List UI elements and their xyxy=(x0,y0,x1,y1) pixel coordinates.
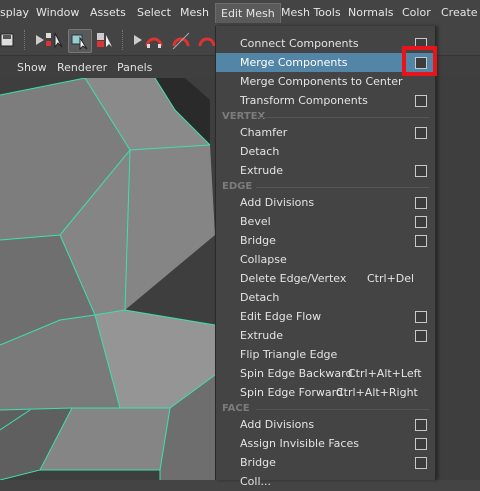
option-box-icon[interactable] xyxy=(415,235,427,247)
menu-item-edit-edge-flow[interactable]: Edit Edge Flow xyxy=(216,307,435,326)
option-box-icon[interactable] xyxy=(415,457,427,469)
menu-edit-mesh[interactable]: Edit Mesh xyxy=(215,3,281,23)
option-box-icon[interactable] xyxy=(415,127,427,139)
snap-curve-icon[interactable] xyxy=(170,29,192,51)
menu-display[interactable]: splay xyxy=(0,6,29,19)
toolbar-separator xyxy=(122,30,125,50)
option-box-icon[interactable] xyxy=(415,311,427,323)
shortcut-label: Ctrl+Alt+Left xyxy=(348,367,422,380)
menu-item-bevel[interactable]: Bevel xyxy=(216,212,435,231)
toolbar-separator xyxy=(24,30,27,50)
menu-color[interactable]: Color xyxy=(402,6,431,19)
lasso-tool-icon[interactable] xyxy=(68,29,92,53)
menu-item-edge-bridge[interactable]: Bridge xyxy=(216,231,435,250)
option-box-icon[interactable] xyxy=(415,330,427,342)
menu-assets[interactable]: Assets xyxy=(90,6,126,19)
save-icon[interactable] xyxy=(0,29,22,51)
option-box-icon[interactable] xyxy=(415,165,427,177)
menu-create-uvs[interactable]: Create U xyxy=(441,6,480,19)
menu-item-face-collapse[interactable]: Coll... xyxy=(216,472,435,491)
menu-item-delete-edge-vertex[interactable]: Delete Edge/Vertex Ctrl+Del xyxy=(216,269,435,288)
menu-item-collapse[interactable]: Collapse xyxy=(216,250,435,269)
menu-bar: splay Window Assets Select Mesh Edit Mes… xyxy=(0,0,480,27)
menu-item-edge-detach[interactable]: Detach xyxy=(216,288,435,307)
menu-item-face-add-divisions[interactable]: Add Divisions xyxy=(216,415,435,434)
panel-menu-renderer[interactable]: Renderer xyxy=(57,61,107,74)
option-box-icon[interactable] xyxy=(415,197,427,209)
paint-select-icon[interactable] xyxy=(94,29,116,51)
option-box-icon[interactable] xyxy=(415,95,427,107)
shortcut-label: Ctrl+Alt+Right xyxy=(336,386,418,399)
menu-item-edge-add-divisions[interactable]: Add Divisions xyxy=(216,193,435,212)
menu-mesh-tools[interactable]: Mesh Tools xyxy=(281,6,341,19)
menu-item-spin-edge-backward[interactable]: Spin Edge Backward Ctrl+Alt+Left xyxy=(216,364,435,383)
option-box-icon[interactable] xyxy=(415,419,427,431)
menu-item-flip-triangle-edge[interactable]: Flip Triangle Edge xyxy=(216,345,435,364)
menu-item-spin-edge-forward[interactable]: Spin Edge Forward Ctrl+Alt+Right xyxy=(216,383,435,402)
menu-item-edge-extrude[interactable]: Extrude xyxy=(216,326,435,345)
menu-item-vertex-extrude[interactable]: Extrude xyxy=(216,161,435,180)
panel-menu-panels[interactable]: Panels xyxy=(117,61,152,74)
section-face: FACE xyxy=(216,402,435,416)
menu-normals[interactable]: Normals xyxy=(348,6,394,19)
section-edge: EDGE xyxy=(216,180,435,194)
menu-window[interactable]: Window xyxy=(36,6,79,19)
edit-mesh-dropdown: Connect Components Merge Components Merg… xyxy=(215,26,436,488)
select-tool-icon[interactable] xyxy=(44,29,66,51)
shortcut-label: Ctrl+Del xyxy=(367,272,415,285)
menu-item-vertex-detach[interactable]: Detach xyxy=(216,142,435,161)
option-box-icon[interactable] xyxy=(415,438,427,450)
menu-item-face-bridge[interactable]: Bridge xyxy=(216,453,435,472)
section-vertex: VERTEX xyxy=(216,110,435,124)
menu-select[interactable]: Select xyxy=(137,6,171,19)
snap-grid-icon[interactable] xyxy=(143,29,165,51)
highlight-callout xyxy=(402,46,437,76)
panel-menu-show[interactable]: Show xyxy=(17,61,47,74)
option-box-icon[interactable] xyxy=(415,216,427,228)
menu-item-transform-components[interactable]: Transform Components xyxy=(216,91,435,110)
menu-item-assign-invisible-faces[interactable]: Assign Invisible Faces xyxy=(216,434,435,453)
menu-item-chamfer[interactable]: Chamfer xyxy=(216,123,435,142)
menu-mesh[interactable]: Mesh xyxy=(180,6,209,19)
